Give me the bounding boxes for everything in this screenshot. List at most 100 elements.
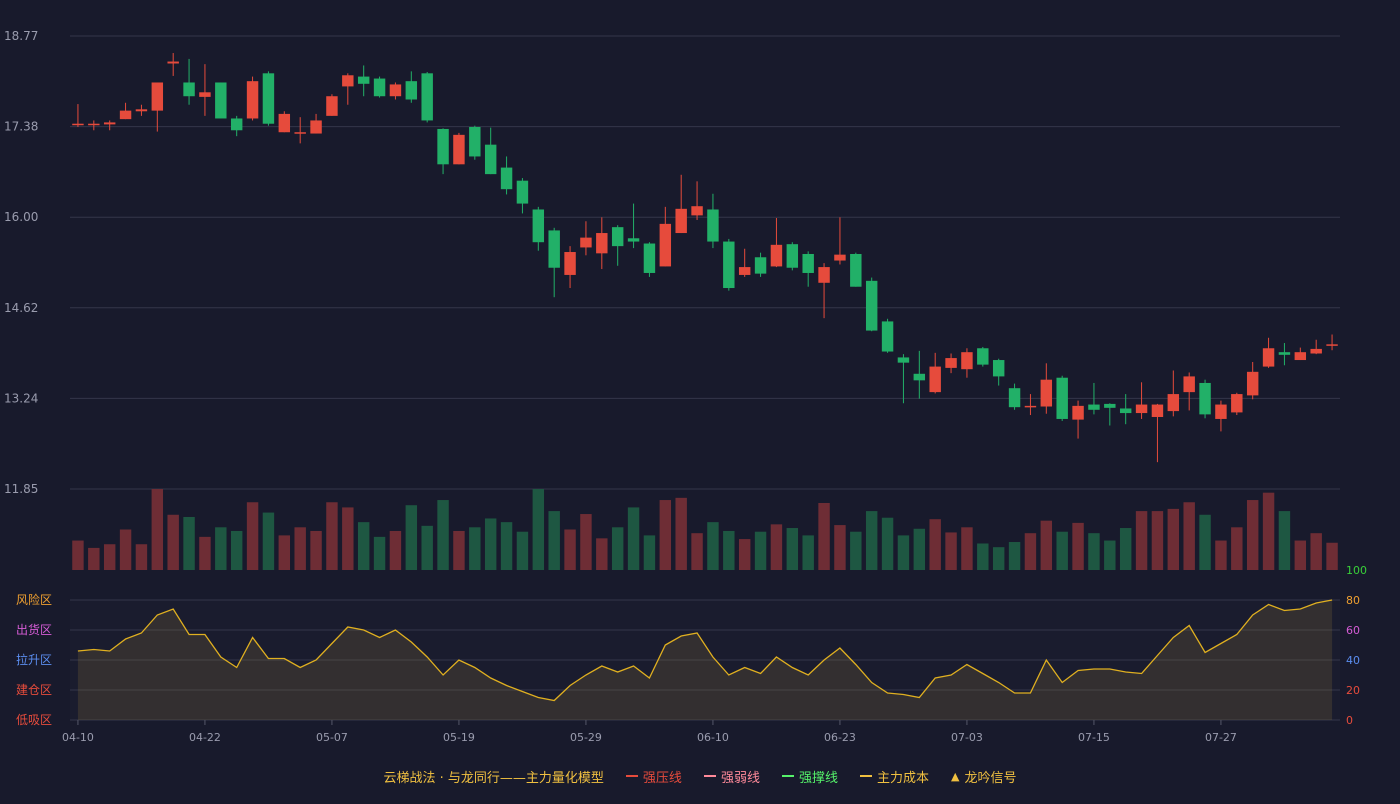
legend-item-strong-support[interactable]: 强撑线 [781, 767, 838, 786]
volume-bar [405, 505, 418, 570]
volume-bar [246, 502, 259, 570]
solid-line-icon [781, 775, 794, 777]
legend-label: 强撑线 [798, 770, 838, 786]
candle-body [643, 243, 656, 273]
price-tick-label: 11.85 [4, 482, 38, 496]
indicator-tick-label: 0 [1346, 714, 1353, 727]
volume-bar [532, 489, 545, 570]
price-tick-label: 13.24 [4, 391, 38, 405]
legend-item-main-cost[interactable]: 主力成本 [859, 767, 929, 786]
candle-body [342, 75, 354, 87]
price-tick-label: 16.00 [4, 210, 38, 224]
volume-bar [484, 518, 497, 570]
candle-body [1040, 379, 1053, 407]
candle-body [818, 267, 830, 283]
dashed-line-icon [703, 775, 716, 777]
candle-body [88, 123, 100, 126]
solid-line-icon [625, 775, 638, 777]
x-tick-label: 07-15 [1078, 731, 1110, 744]
volume-bar [659, 500, 672, 570]
candle-body [1199, 382, 1211, 415]
grid-layer [70, 35, 1340, 721]
volume-layer [72, 489, 1338, 570]
candle-body [580, 237, 592, 248]
candle-body [373, 78, 386, 97]
candle-body [1278, 352, 1291, 355]
volume-bar [945, 532, 957, 570]
legend-label: 强压线 [642, 770, 682, 786]
price-tick-label: 14.62 [4, 301, 38, 315]
x-tick-label: 04-22 [189, 731, 221, 744]
volume-bar [1119, 528, 1132, 570]
volume-bar [1215, 540, 1227, 570]
candle-body [453, 134, 465, 165]
volume-bar [977, 543, 989, 570]
candle-body [627, 238, 640, 242]
candle-body [596, 233, 608, 254]
volume-bar [88, 547, 100, 570]
legend-item-strong-pressure[interactable]: 强压线 [625, 767, 682, 786]
candle-body [119, 110, 132, 120]
volume-bar [738, 539, 751, 570]
candle-body [1167, 394, 1180, 412]
candle-body [262, 73, 275, 124]
volume-bar [897, 535, 910, 570]
volume-bar [326, 502, 338, 570]
zone-label: 出货区 [16, 622, 52, 637]
legend-label: 强弱线 [720, 770, 760, 786]
volume-bar [723, 530, 735, 570]
volume-bar [1072, 522, 1084, 570]
price-tick-label: 17.38 [4, 120, 38, 134]
candle-body [246, 81, 259, 119]
zone-label: 建仓区 [16, 683, 52, 697]
candle-body [469, 126, 481, 157]
volume-bar [1056, 531, 1068, 570]
volume-bar [818, 502, 830, 570]
volume-bar [230, 530, 243, 570]
candle-body [1119, 408, 1132, 414]
volume-bar [929, 519, 941, 570]
zone-label: 拉升区 [16, 652, 52, 667]
x-tick-label: 04-10 [62, 731, 94, 744]
candle-body [1024, 405, 1037, 408]
chart-legend: 云梯战法 · 与龙同行——主力量化模型 强压线 强弱线 强撑线 主力成本 ▲ 龙… [0, 766, 1400, 786]
candle-body [913, 373, 926, 381]
candle-body [977, 348, 989, 365]
legend-item-strength-line[interactable]: 强弱线 [703, 767, 760, 786]
candle-body [1294, 352, 1307, 361]
legend-item-dragon-signal[interactable]: ▲ 龙吟信号 [951, 767, 1016, 786]
candle-body [199, 92, 211, 97]
volume-bar [992, 547, 1005, 570]
volume-bar [1183, 502, 1195, 570]
candle-body [1104, 403, 1116, 408]
candle-body [992, 360, 1005, 377]
volume-bar [913, 528, 926, 570]
volume-bar [786, 528, 799, 570]
candle-body [659, 223, 672, 267]
candle-body [770, 244, 783, 267]
candle-body [691, 206, 703, 216]
volume-bar [961, 527, 973, 570]
candlestick-chart: 18.77 17.38 16.00 14.62 13.24 11.85 0 20 40 60 80 1… [4, 29, 1367, 744]
candle-body [183, 82, 195, 97]
candle-body [850, 253, 862, 287]
candle-body [405, 81, 418, 100]
candle-body [754, 257, 767, 274]
candle-body [326, 96, 338, 116]
volume-bar [1199, 514, 1211, 570]
volume-bar [1294, 540, 1307, 570]
candle-body [1008, 388, 1021, 408]
volume-bar [119, 529, 132, 570]
price-tick-label: 18.77 [4, 29, 38, 43]
candle-body [548, 230, 560, 268]
volume-bar [151, 489, 164, 570]
candle-body [357, 76, 370, 84]
candle-body [1310, 348, 1322, 354]
volume-bar [453, 530, 465, 570]
candle-body [484, 144, 497, 175]
legend-label: 龙吟信号 [964, 770, 1017, 786]
volume-bar [1088, 533, 1100, 570]
candle-body [1231, 394, 1243, 413]
volume-bar [1024, 533, 1037, 570]
volume-bar [1151, 511, 1164, 570]
